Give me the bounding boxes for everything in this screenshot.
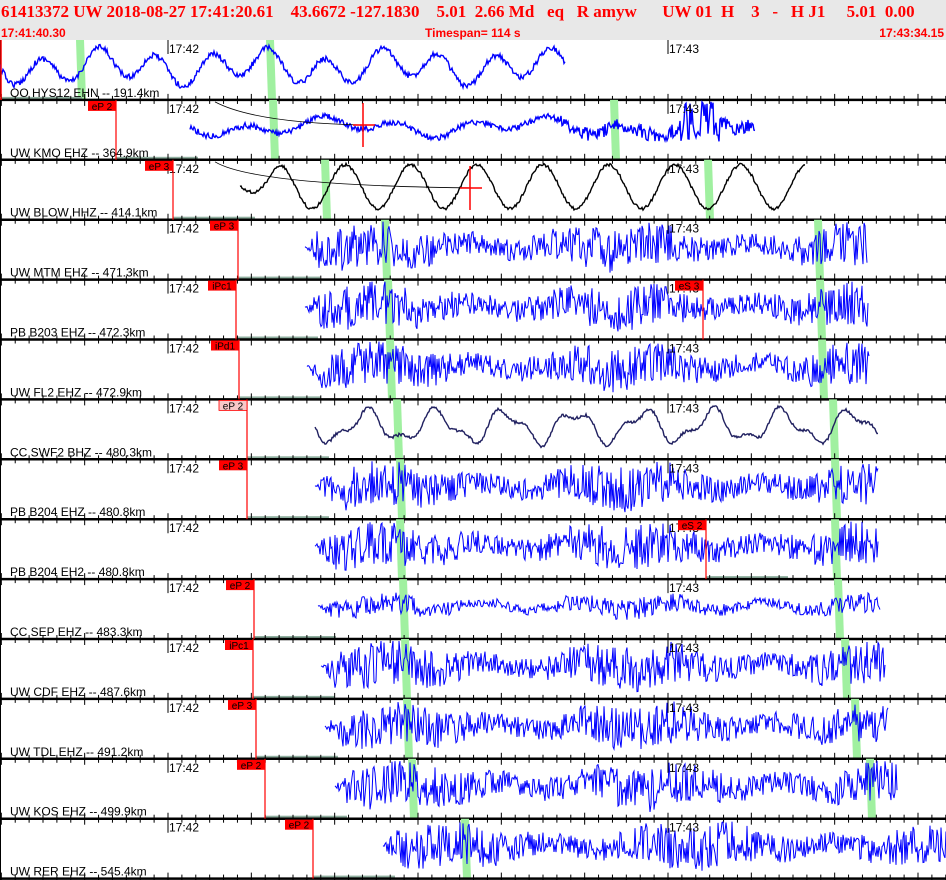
- trace-row[interactable]: 17:4217:43PB B204 EH2 -- 480.8kmeS 2: [0, 519, 946, 586]
- pick-label: iPc1: [229, 641, 249, 652]
- time-label: 17:43: [669, 581, 699, 595]
- trace-row[interactable]: 17:42 17:43 UW RER EHZ -- 545.4km eP 2: [0, 818, 946, 880]
- time-label: 17:42: [169, 401, 199, 415]
- station-label: PB B204 EHZ -- 480.8km: [10, 505, 145, 519]
- time-label: 17:42: [169, 342, 199, 356]
- trace-row[interactable]: 17:42 17:43 UW KOS EHZ -- 499.9km eP 2: [0, 758, 946, 825]
- pick-label: eP 2: [230, 581, 251, 592]
- station-label: UW RER EHZ -- 545.4km: [10, 865, 147, 879]
- phase-marker: [393, 399, 403, 460]
- trace-row[interactable]: 17:42 17:43 UW TDL EHZ -- 491.2km eP 3: [0, 698, 946, 765]
- phase-pick[interactable]: eP 2: [218, 399, 248, 460]
- time-label: 17:42: [169, 102, 199, 116]
- station-label: UW TDL EHZ -- 491.2km: [10, 745, 143, 759]
- phase-marker: [321, 159, 331, 220]
- trace-row[interactable]: 17:42 17:43 CC SEP EHZ -- 483.3km eP 2: [0, 579, 946, 645]
- waveform: [334, 760, 898, 812]
- time-label: 17:43: [669, 461, 699, 475]
- time-label: 17:43: [669, 222, 699, 236]
- pick-label: eS 3: [679, 282, 700, 293]
- pick-label: iPd1: [215, 342, 235, 353]
- time-label: 17:43: [669, 401, 699, 415]
- start-time: 17:41:40.30: [1, 26, 66, 40]
- trace-row[interactable]: 17:42 17:43 CC SWF2 BHZ -- 480.3km eP 2: [0, 399, 946, 466]
- time-label: 17:43: [669, 641, 699, 655]
- station-label: CC SEP EHZ -- 483.3km: [10, 625, 142, 639]
- station-label: CC SWF2 BHZ -- 480.3km: [10, 445, 152, 459]
- station-label: UW KOS EHZ -- 499.9km: [10, 805, 147, 819]
- phase-pick[interactable]: eP 3: [210, 219, 239, 280]
- event-summary: 61413372 UW 2018-08-27 17:41:20.61 43.66…: [1, 2, 915, 21]
- pick-label: eS 2: [682, 521, 703, 532]
- time-label: 17:42: [169, 641, 199, 655]
- phase-pick[interactable]: iPc1: [208, 279, 237, 340]
- trace-row[interactable]: 17:42 17:43 UW MTM EHZ -- 471.3km eP 3: [0, 219, 946, 286]
- phase-pick[interactable]: eP 2: [237, 758, 266, 819]
- time-label: 17:43: [669, 102, 699, 116]
- pick-label: eP 3: [232, 701, 253, 712]
- trace-row[interactable]: 17:42 17:43UW BLOW HHZ -- 414.1kmeP 3: [0, 159, 946, 226]
- seismogram-panel[interactable]: 17:42 17:43OO HYS12 EHN -- 191.4km17:42 17…: [0, 40, 946, 880]
- pick-label: iPc1: [212, 282, 232, 293]
- time-label: 17:42: [169, 461, 199, 475]
- time-label: 17:42: [169, 42, 199, 56]
- pick-label: eP 3: [149, 162, 170, 173]
- pick-label: eP 2: [223, 401, 244, 412]
- trace-row[interactable]: 17:42 17:43 OO HYS12 EHN -- 191.4km: [0, 40, 946, 106]
- station-label: UW KMO EHZ -- 364.9km: [10, 146, 149, 160]
- pick-label: eP 3: [223, 461, 244, 472]
- event-header: 61413372 UW 2018-08-27 17:41:20.61 43.66…: [0, 0, 946, 40]
- trace-row[interactable]: 17:42 17:43 UW KMO EHZ -- 364.9km eP 2: [0, 99, 946, 166]
- time-label: 17:42: [169, 761, 199, 775]
- station-label: UW CDF EHZ -- 487.6km: [10, 685, 146, 699]
- station-label: UW BLOW HHZ -- 414.1km: [10, 206, 157, 220]
- time-label: 17:43: [669, 162, 699, 176]
- time-label: 17:42: [169, 222, 199, 236]
- station-label: UW MTM EHZ -- 471.3km: [10, 266, 149, 280]
- time-label: 17:43: [669, 821, 699, 835]
- trace-row[interactable]: 17:42 17:43 PB B204 EHZ -- 480.8km eP 3: [0, 459, 946, 526]
- timespan: Timespan= 114 s: [425, 26, 521, 40]
- phase-marker: [829, 399, 839, 460]
- time-label: 17:43: [669, 761, 699, 775]
- trace-row[interactable]: 17:4217:43PB B203 EHZ -- 472.3kmiPc1eS 3: [0, 279, 946, 346]
- time-label: 17:43: [669, 42, 699, 56]
- pick-label: eP 2: [92, 102, 113, 113]
- station-label: OO HYS12 EHN -- 191.4km: [10, 86, 159, 100]
- trace-row[interactable]: 17:42 17:43 UW CDF EHZ -- 487.6km iPc1: [0, 639, 946, 705]
- phase-pick[interactable]: iPd1: [211, 339, 240, 400]
- phase-pick[interactable]: eP 3: [219, 459, 248, 520]
- time-label: 17:43: [669, 342, 699, 356]
- pick-label: eP 3: [214, 222, 235, 233]
- phase-pick[interactable]: eP 2: [285, 818, 314, 879]
- phase-marker: [704, 159, 714, 220]
- time-label: 17:42: [169, 581, 199, 595]
- time-label: 17:42: [169, 521, 199, 535]
- end-time: 17:43:34.15: [879, 26, 944, 40]
- phase-pick[interactable]: iPc1: [225, 639, 254, 699]
- time-label: 17:43: [669, 701, 699, 715]
- phase-marker: [610, 99, 620, 160]
- time-label: 17:42: [169, 821, 199, 835]
- station-label: UW FL2 EHZ -- 472.9km: [10, 385, 142, 399]
- time-label: 17:42: [169, 701, 199, 715]
- waveform: [382, 821, 946, 871]
- phase-pick[interactable]: eP 3: [228, 698, 257, 759]
- time-label: 17:42: [169, 282, 199, 296]
- phase-pick[interactable]: eP 2: [226, 579, 255, 639]
- pick-label: eP 2: [289, 821, 310, 832]
- station-label: PB B204 EH2 -- 480.8km: [10, 565, 145, 579]
- station-label: PB B203 EHZ -- 472.3km: [10, 326, 145, 340]
- trace-row[interactable]: 17:42 17:43 UW FL2 EHZ -- 472.9km iPd1: [0, 339, 946, 406]
- pick-label: eP 2: [241, 761, 262, 772]
